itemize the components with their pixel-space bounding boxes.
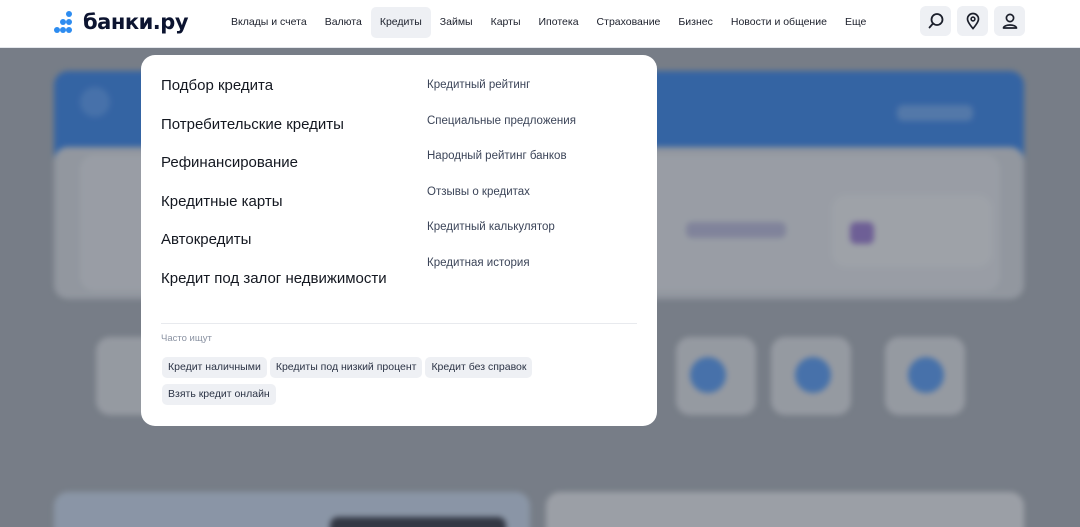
menu-link-secured-credit[interactable]: Кредит под залог недвижимости xyxy=(161,270,387,309)
nav-item-cards[interactable]: Карты xyxy=(482,7,530,38)
logo-mark-icon xyxy=(54,11,78,33)
location-pin-icon xyxy=(966,12,979,30)
profile-button[interactable] xyxy=(994,6,1025,36)
main-nav: Вклады и счета Валюта Кредиты Займы Карт… xyxy=(222,7,875,38)
logo[interactable]: банки.ру xyxy=(54,10,189,34)
nav-item-loans[interactable]: Займы xyxy=(431,7,482,38)
menu-link-credit-cards[interactable]: Кредитные карты xyxy=(161,193,387,232)
menu-link-refinancing[interactable]: Рефинансирование xyxy=(161,154,387,193)
nav-item-mortgage[interactable]: Ипотека xyxy=(530,7,588,38)
menu-link-credit-reviews[interactable]: Отзывы о кредитах xyxy=(427,185,576,221)
menu-link-consumer-credits[interactable]: Потребительские кредиты xyxy=(161,116,387,155)
main-links-list: Подбор кредита Потребительские кредиты Р… xyxy=(161,77,387,309)
nav-item-credits[interactable]: Кредиты xyxy=(370,7,431,38)
nav-item-news[interactable]: Новости и общение xyxy=(722,7,836,38)
nav-item-insurance[interactable]: Страхование xyxy=(588,7,670,38)
tag-online-credit[interactable]: Взять кредит онлайн xyxy=(162,384,276,405)
menu-link-credit-history[interactable]: Кредитная история xyxy=(427,256,576,292)
menu-link-auto-credits[interactable]: Автокредиты xyxy=(161,231,387,270)
nav-item-deposits[interactable]: Вклады и счета xyxy=(222,7,316,38)
tag-low-rate-credits[interactable]: Кредиты под низкий процент xyxy=(269,357,423,378)
nav-item-business[interactable]: Бизнес xyxy=(669,7,721,38)
menu-link-credit-selection[interactable]: Подбор кредита xyxy=(161,77,387,116)
site-header: банки.ру Вклады и счета Валюта Кредиты З… xyxy=(0,0,1080,47)
credits-dropdown-menu: Подбор кредита Потребительские кредиты Р… xyxy=(141,55,657,426)
secondary-links-list: Кредитный рейтинг Специальные предложени… xyxy=(427,78,576,292)
nav-item-currency[interactable]: Валюта xyxy=(316,7,371,38)
location-button[interactable] xyxy=(957,6,988,36)
user-icon xyxy=(1002,13,1017,29)
tag-no-documents-credit[interactable]: Кредит без справок xyxy=(425,357,533,378)
menu-link-people-rating[interactable]: Народный рейтинг банков xyxy=(427,149,576,185)
menu-divider xyxy=(161,323,637,324)
menu-link-special-offers[interactable]: Специальные предложения xyxy=(427,114,576,150)
menu-link-credit-calculator[interactable]: Кредитный калькулятор xyxy=(427,220,576,256)
tag-cash-credit[interactable]: Кредит наличными xyxy=(162,357,267,378)
search-icon xyxy=(928,13,943,29)
often-searched-tags: Кредит наличными Кредиты под низкий проце… xyxy=(162,357,602,411)
logo-text: банки.ру xyxy=(83,10,189,34)
often-searched-label: Часто ищут xyxy=(161,333,212,344)
search-button[interactable] xyxy=(920,6,951,36)
nav-item-more[interactable]: Еще xyxy=(836,7,875,38)
menu-link-credit-rating[interactable]: Кредитный рейтинг xyxy=(427,78,576,114)
